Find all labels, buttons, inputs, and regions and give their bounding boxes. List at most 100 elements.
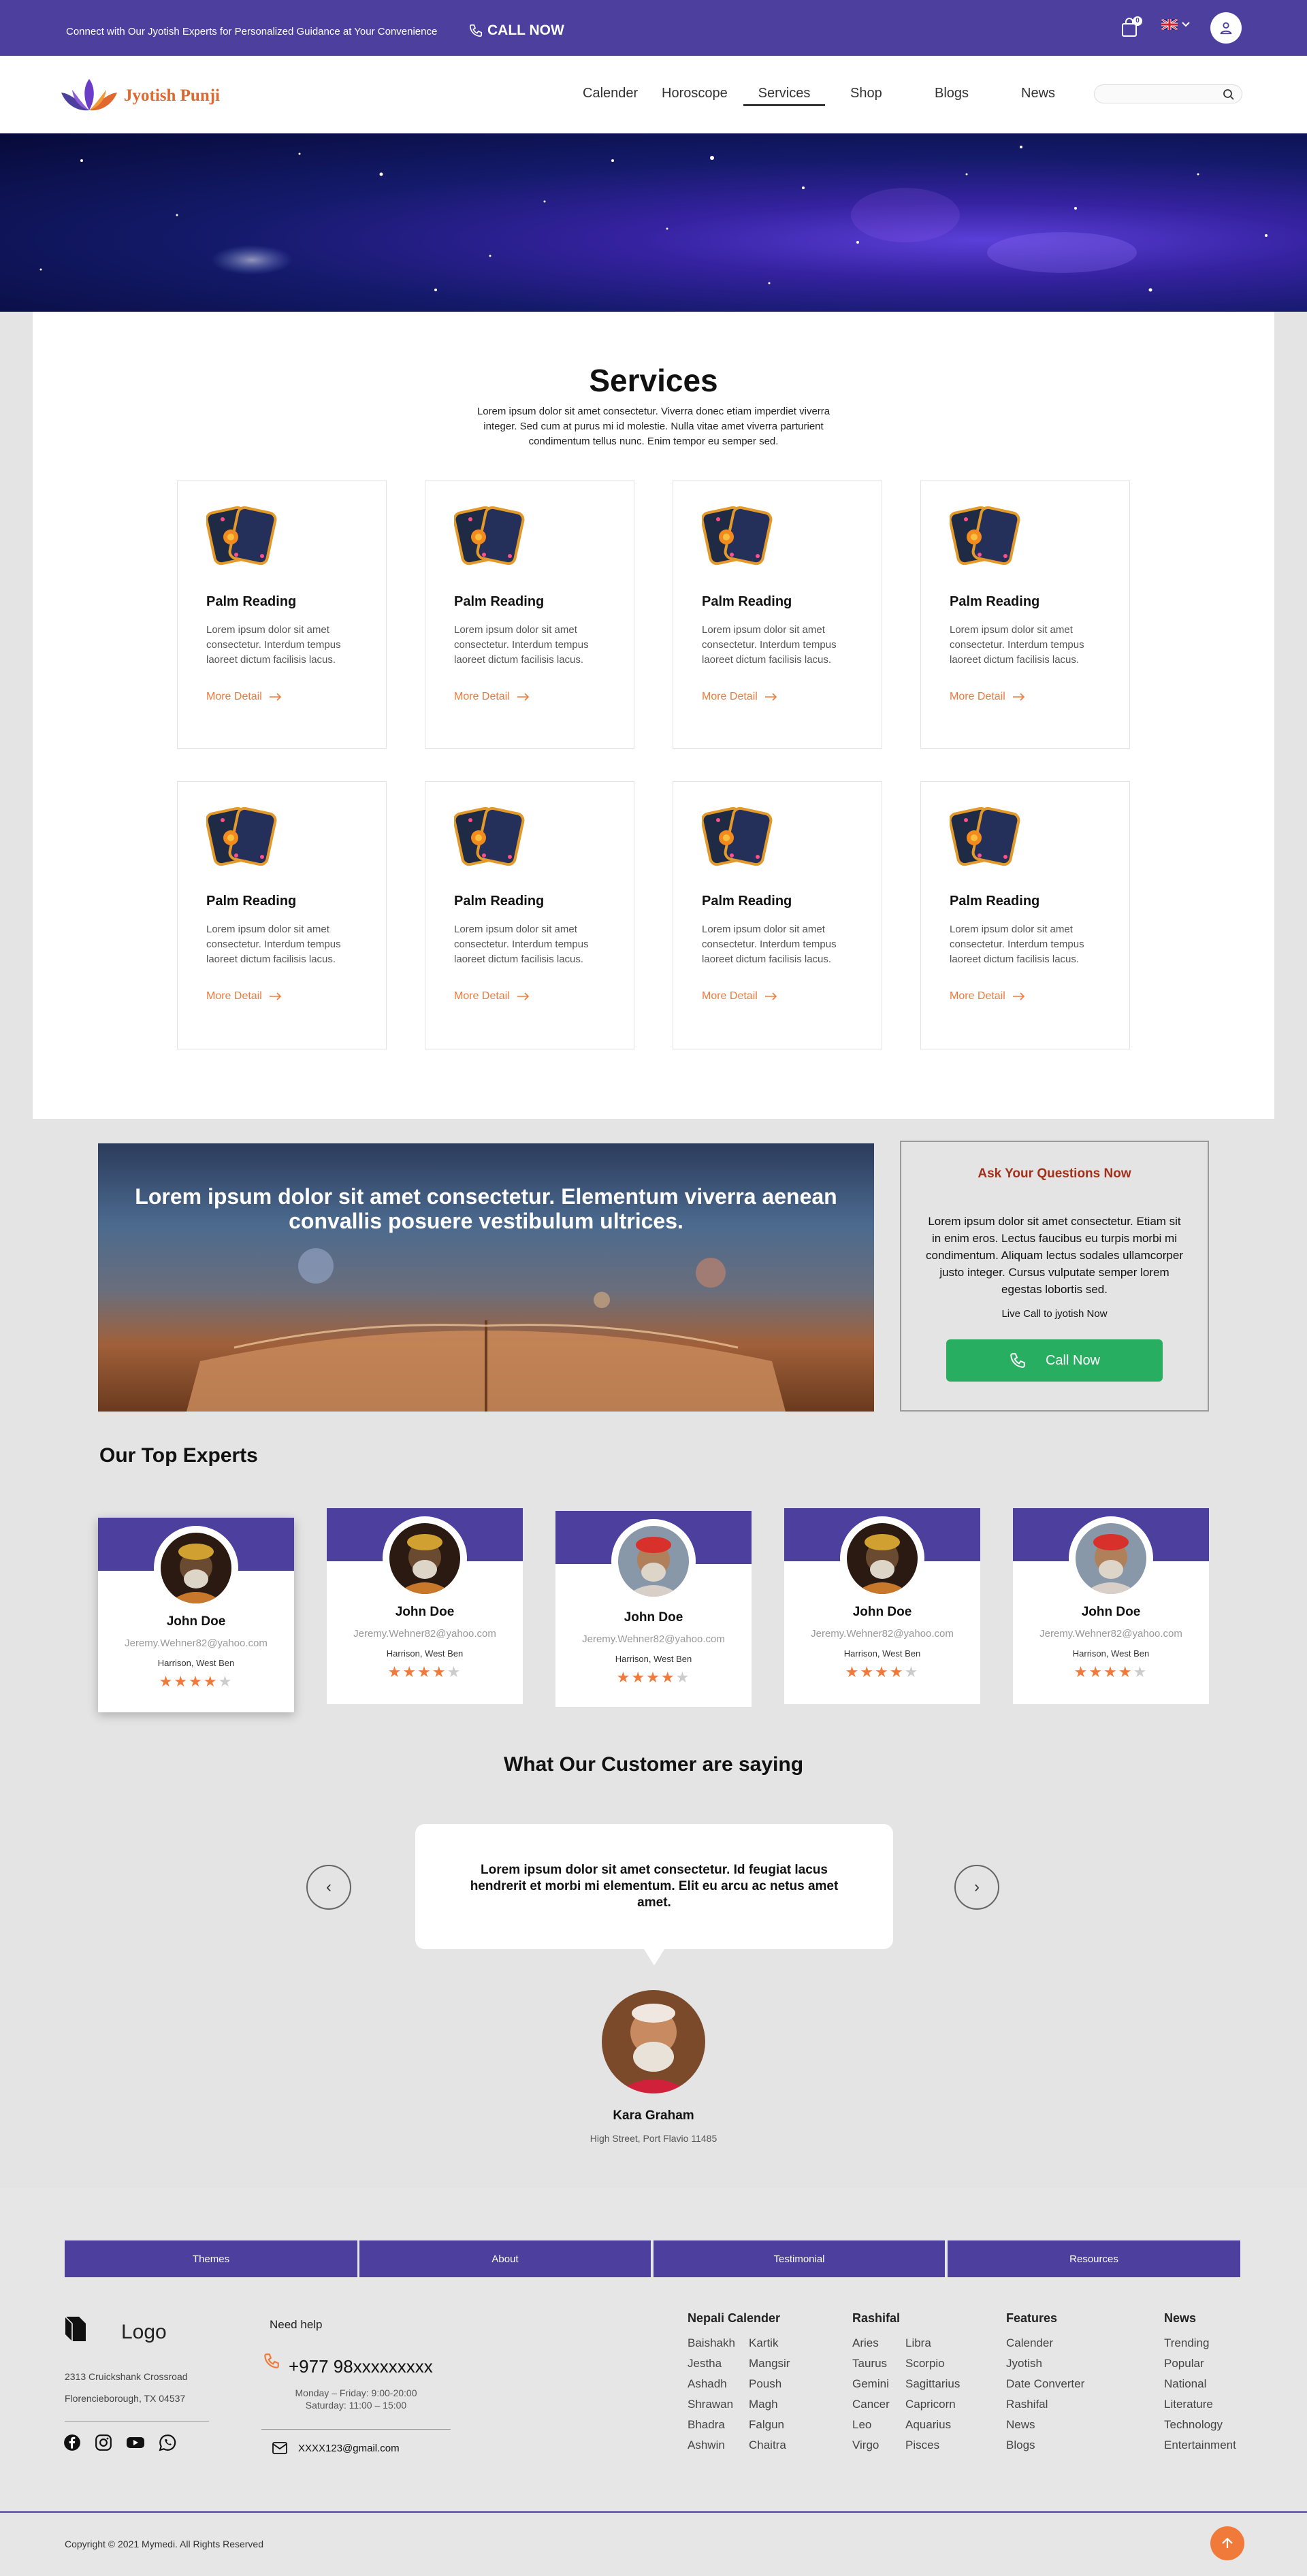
call-now-link[interactable]: CALL NOW — [468, 22, 564, 39]
footer-link[interactable]: Technology — [1164, 2415, 1223, 2435]
footer-tab-about[interactable]: About — [359, 2240, 651, 2277]
footer-bottom-rule — [0, 2511, 1307, 2513]
footer-link[interactable]: Popular — [1164, 2353, 1204, 2374]
footer-link[interactable]: Chaitra — [749, 2435, 786, 2456]
service-card[interactable]: Palm Reading Lorem ipsum dolor sit amet c… — [177, 480, 387, 749]
footer-link[interactable]: Leo — [852, 2415, 871, 2435]
footer-link[interactable]: National — [1164, 2374, 1206, 2394]
call-now-button[interactable]: Call Now — [946, 1339, 1163, 1382]
promo-banner: Lorem ipsum dolor sit amet consectetur. … — [98, 1143, 874, 1412]
user-account-button[interactable] — [1210, 12, 1242, 44]
footer-link[interactable]: Falgun — [749, 2415, 784, 2435]
more-detail-link[interactable]: More Detail — [454, 990, 530, 1002]
footer-link[interactable]: Baishakh — [688, 2333, 735, 2353]
footer-link[interactable]: Sagittarius — [905, 2374, 960, 2394]
brand-name[interactable]: Jyotish Punji — [124, 86, 220, 105]
nav-item-horoscope[interactable]: Horoscope — [662, 86, 728, 101]
footer-link[interactable]: Libra — [905, 2333, 931, 2353]
nav-item-services[interactable]: Services — [743, 86, 825, 106]
footer-link[interactable]: Scorpio — [905, 2353, 945, 2374]
rating-star: ★ — [860, 1663, 875, 1680]
footer-email[interactable]: XXXX123@gmail.com — [298, 2443, 400, 2454]
more-detail-link[interactable]: More Detail — [206, 990, 283, 1002]
footer-link[interactable]: Capricorn — [905, 2394, 956, 2415]
footer-link[interactable]: Literature — [1164, 2394, 1213, 2415]
expert-rating: ★★★★★ — [98, 1673, 294, 1691]
nav-item-calender[interactable]: Calender — [583, 86, 638, 101]
expert-card[interactable]: John Doe Jeremy.Wehner82@yahoo.com Harriso… — [327, 1508, 523, 1704]
footer-link[interactable]: Blogs — [1006, 2435, 1035, 2456]
more-detail-link[interactable]: More Detail — [950, 990, 1026, 1002]
search-icon[interactable] — [1223, 88, 1235, 101]
expert-card[interactable]: John Doe Jeremy.Wehner82@yahoo.com Harriso… — [98, 1518, 294, 1712]
next-testimonial-button[interactable]: › — [954, 1865, 999, 1910]
expert-card[interactable]: John Doe Jeremy.Wehner82@yahoo.com Harriso… — [784, 1508, 980, 1704]
footer-link[interactable]: News — [1006, 2415, 1035, 2435]
footer-logo-text[interactable]: Logo — [121, 2321, 167, 2344]
footer-link[interactable]: Shrawan — [688, 2394, 733, 2415]
service-card[interactable]: Palm Reading Lorem ipsum dolor sit amet c… — [425, 480, 634, 749]
footer-link[interactable]: Kartik — [749, 2333, 778, 2353]
footer-link[interactable]: Poush — [749, 2374, 781, 2394]
footer-tab-resources[interactable]: Resources — [948, 2240, 1240, 2277]
expert-avatar — [383, 1516, 467, 1601]
footer-link[interactable]: Aries — [852, 2333, 879, 2353]
need-help-title: Need help — [270, 2318, 323, 2331]
service-card[interactable]: Palm Reading Lorem ipsum dolor sit amet c… — [425, 781, 634, 1049]
top-bar: Connect with Our Jyotish Experts for Per… — [0, 0, 1307, 56]
footer-link[interactable]: Ashadh — [688, 2374, 727, 2394]
expert-card[interactable]: John Doe Jeremy.Wehner82@yahoo.com Harriso… — [1013, 1508, 1209, 1704]
footer-link[interactable]: Virgo — [852, 2435, 879, 2456]
whatsapp-icon[interactable] — [159, 2434, 176, 2451]
footer-link[interactable]: Jestha — [688, 2353, 722, 2374]
more-detail-link[interactable]: More Detail — [454, 691, 530, 703]
service-card[interactable]: Palm Reading Lorem ipsum dolor sit amet c… — [920, 781, 1130, 1049]
footer-link[interactable]: Mangsir — [749, 2353, 790, 2374]
scroll-to-top-button[interactable] — [1210, 2526, 1244, 2560]
footer-phone[interactable]: +977 98xxxxxxxxx — [289, 2356, 433, 2377]
service-card-description: Lorem ipsum dolor sit amet consectetur. … — [950, 624, 1084, 666]
footer-tab-testimonial[interactable]: Testimonial — [654, 2240, 945, 2277]
search-input[interactable] — [1094, 84, 1242, 103]
footer-link[interactable]: Jyotish — [1006, 2353, 1042, 2374]
lotus-logo-icon[interactable] — [60, 76, 118, 116]
footer-link[interactable]: Entertainment — [1164, 2435, 1236, 2456]
footer-link[interactable]: Rashifal — [1006, 2394, 1048, 2415]
more-detail-link[interactable]: More Detail — [950, 691, 1026, 703]
rating-star: ★ — [646, 1669, 661, 1686]
footer-link[interactable]: Ashwin — [688, 2435, 725, 2456]
nav-item-news[interactable]: News — [1021, 86, 1055, 101]
more-detail-link[interactable]: More Detail — [702, 691, 778, 703]
facebook-icon[interactable] — [63, 2434, 81, 2451]
service-card[interactable]: Palm Reading Lorem ipsum dolor sit amet c… — [673, 480, 882, 749]
expert-card[interactable]: John Doe Jeremy.Wehner82@yahoo.com Harriso… — [555, 1511, 752, 1707]
rating-star: ★ — [660, 1669, 676, 1686]
service-card[interactable]: Palm Reading Lorem ipsum dolor sit amet c… — [177, 781, 387, 1049]
footer-link[interactable]: Trending — [1164, 2333, 1209, 2353]
chevron-right-icon: › — [974, 1878, 980, 1896]
nav-item-shop[interactable]: Shop — [850, 86, 882, 101]
footer-address-line2: Florencieborough, TX 04537 — [65, 2393, 186, 2404]
more-detail-link[interactable]: More Detail — [702, 990, 778, 1002]
footer-link[interactable]: Gemini — [852, 2374, 889, 2394]
instagram-icon[interactable] — [95, 2434, 112, 2451]
footer-link[interactable]: Calender — [1006, 2333, 1053, 2353]
service-card[interactable]: Palm Reading Lorem ipsum dolor sit amet c… — [920, 480, 1130, 749]
more-detail-link[interactable]: More Detail — [206, 691, 283, 703]
footer-link[interactable]: Magh — [749, 2394, 778, 2415]
service-card[interactable]: Palm Reading Lorem ipsum dolor sit amet c… — [673, 781, 882, 1049]
banner-headline: Lorem ipsum dolor sit amet consectetur. … — [135, 1184, 837, 1233]
hero-starfield-banner — [0, 133, 1307, 312]
prev-testimonial-button[interactable]: ‹ — [306, 1865, 351, 1910]
youtube-icon[interactable] — [126, 2434, 145, 2451]
footer-link[interactable]: Pisces — [905, 2435, 939, 2456]
footer-link[interactable]: Aquarius — [905, 2415, 951, 2435]
nav-item-blogs[interactable]: Blogs — [935, 86, 969, 101]
footer-link[interactable]: Bhadra — [688, 2415, 725, 2435]
language-selector[interactable] — [1161, 19, 1190, 30]
more-detail-label: More Detail — [206, 691, 262, 702]
footer-link[interactable]: Date Converter — [1006, 2374, 1084, 2394]
footer-tab-themes[interactable]: Themes — [65, 2240, 357, 2277]
footer-link[interactable]: Cancer — [852, 2394, 890, 2415]
footer-link[interactable]: Taurus — [852, 2353, 887, 2374]
